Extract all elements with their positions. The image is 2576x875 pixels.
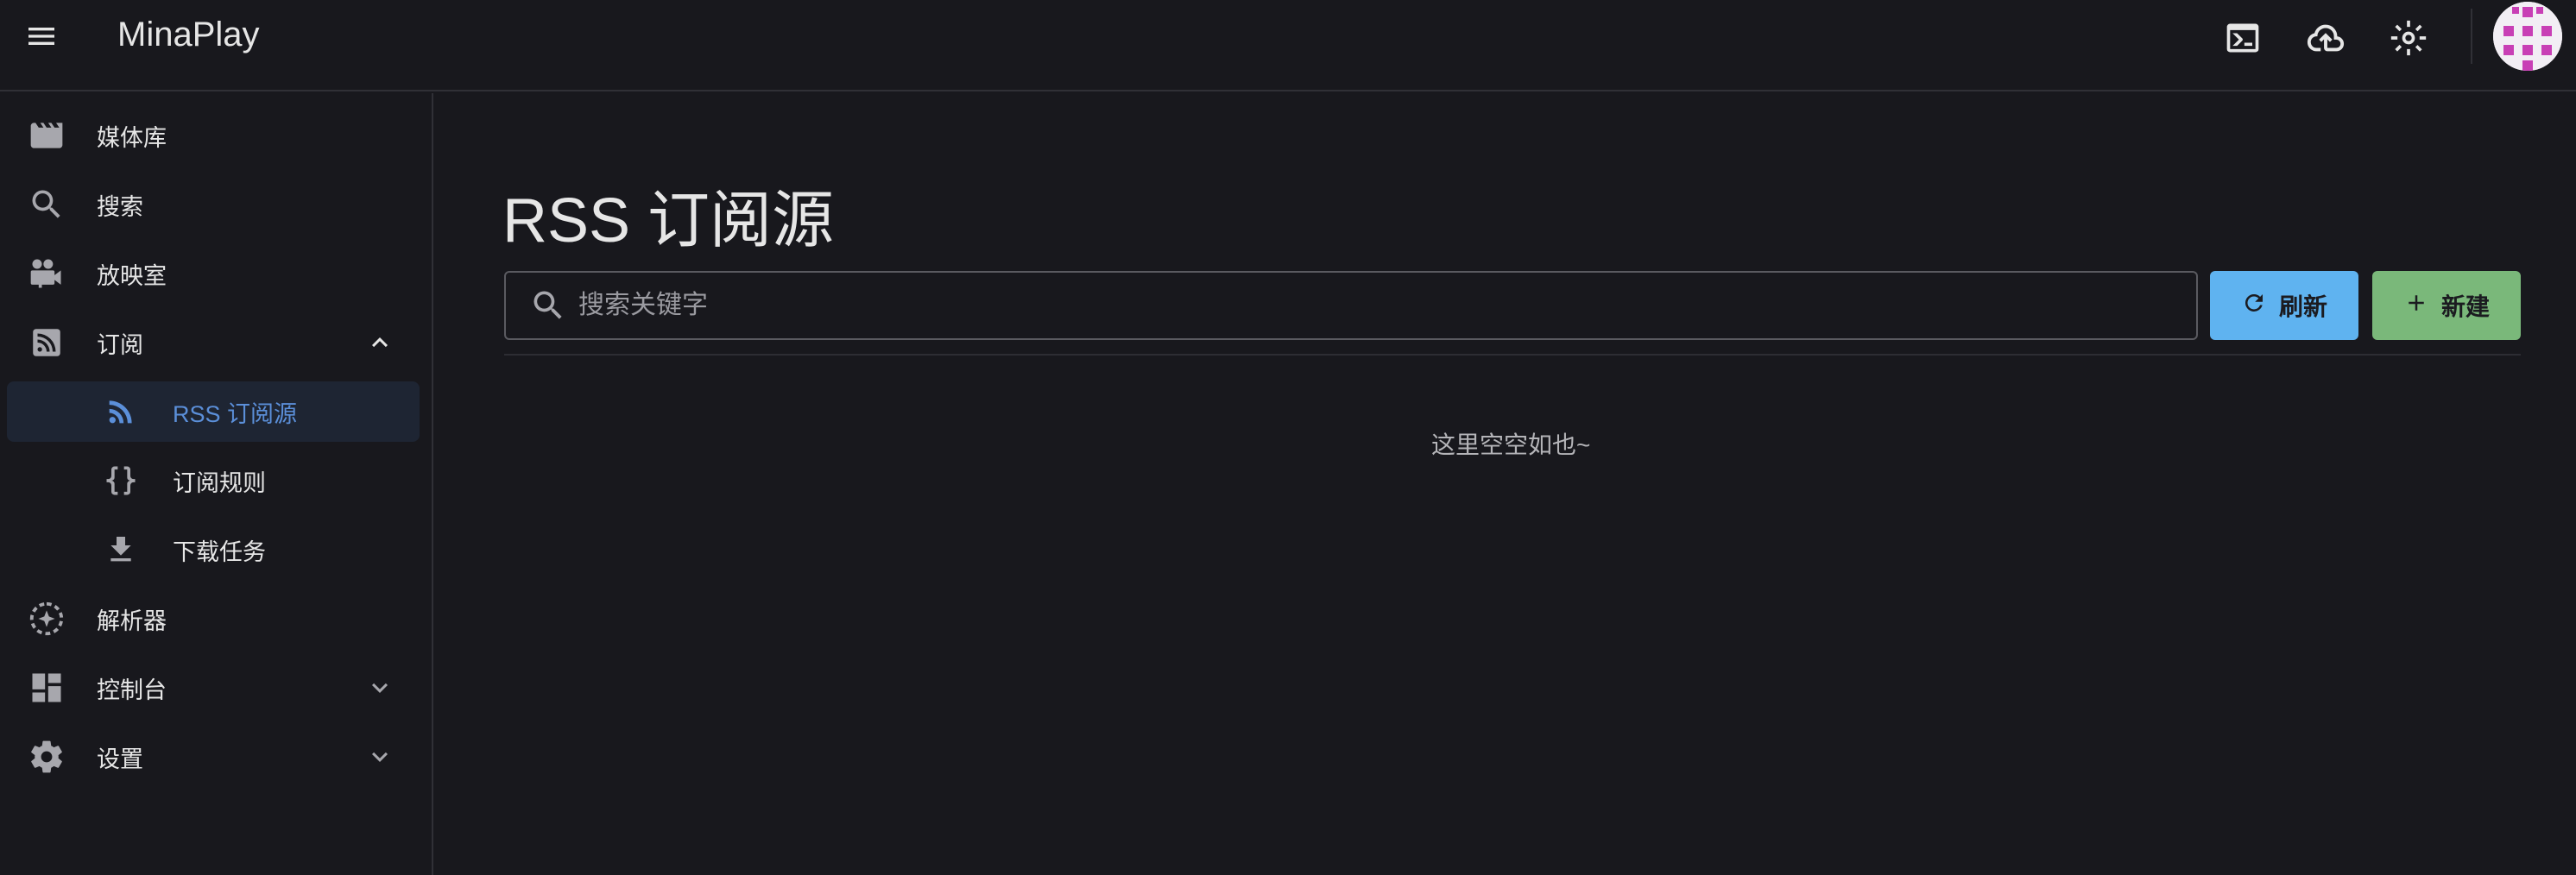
cloud-upload-icon[interactable] [2303,16,2348,60]
app-title: MinaPlay [117,16,260,54]
avatar[interactable] [2493,2,2562,71]
sidebar-item-console[interactable]: 控制台 [7,658,420,718]
sidebar-item-label: 解析器 [97,607,167,634]
rss-icon [97,387,145,436]
sidebar-item-parser[interactable]: 解析器 [7,589,420,649]
sidebar-item-label: 控制台 [97,677,167,703]
search-field[interactable] [504,271,2198,340]
rss-box-icon [22,318,71,367]
sidebar-item-search[interactable]: 搜索 [7,174,420,235]
divider [504,354,2521,356]
sidebar-item-label: 媒体库 [97,124,167,151]
refresh-button[interactable]: 刷新 [2210,271,2358,340]
app-header: MinaPlay [0,0,2576,91]
sidebar-item-download-tasks[interactable]: 下载任务 [7,519,420,580]
download-icon [97,526,145,574]
plus-icon [2403,290,2429,322]
search-icon [22,180,71,229]
page-title: RSS 订阅源 [502,186,835,255]
movie-clapper-icon [22,111,71,160]
header-divider [2471,9,2472,64]
chevron-down-icon[interactable] [363,740,397,774]
sidebar-item-label: 订阅 [97,331,143,358]
empty-state-text: 这里空空如也~ [1431,431,1591,458]
sidebar-item-rss-sources[interactable]: RSS 订阅源 [7,381,420,442]
sidebar-item-label: 下载任务 [173,538,266,565]
create-label: 新建 [2440,293,2490,320]
sidebar-item-subscription[interactable]: 订阅 [7,312,420,373]
sidebar: 媒体库 搜索 放映室 订阅 RSS 订阅源 订阅规则 下载任务 解析器 控制台 … [0,93,433,875]
video-camera-icon [22,249,71,298]
create-button[interactable]: 新建 [2372,271,2521,340]
code-braces-icon [97,456,145,505]
refresh-icon [2241,290,2267,322]
parser-icon [22,595,71,643]
terminal-icon[interactable] [2220,16,2265,60]
sidebar-item-label: 设置 [97,746,143,772]
sidebar-item-subscription-rules[interactable]: 订阅规则 [7,450,420,511]
search-icon [527,284,570,327]
sidebar-item-screening-room[interactable]: 放映室 [7,243,420,304]
sidebar-item-media-library[interactable]: 媒体库 [7,105,420,166]
sidebar-item-label: RSS 订阅源 [173,400,298,427]
chevron-up-icon[interactable] [363,325,397,360]
sidebar-item-settings[interactable]: 设置 [7,727,420,787]
dashboard-icon [22,664,71,712]
brightness-icon[interactable] [2386,16,2431,60]
sidebar-item-label: 订阅规则 [173,469,266,496]
chevron-down-icon[interactable] [363,670,397,705]
search-input[interactable] [578,291,2196,320]
gear-icon [22,733,71,781]
sidebar-item-label: 搜索 [97,193,143,220]
refresh-label: 刷新 [2278,293,2327,320]
menu-icon[interactable] [21,16,62,57]
sidebar-item-label: 放映室 [97,262,167,289]
